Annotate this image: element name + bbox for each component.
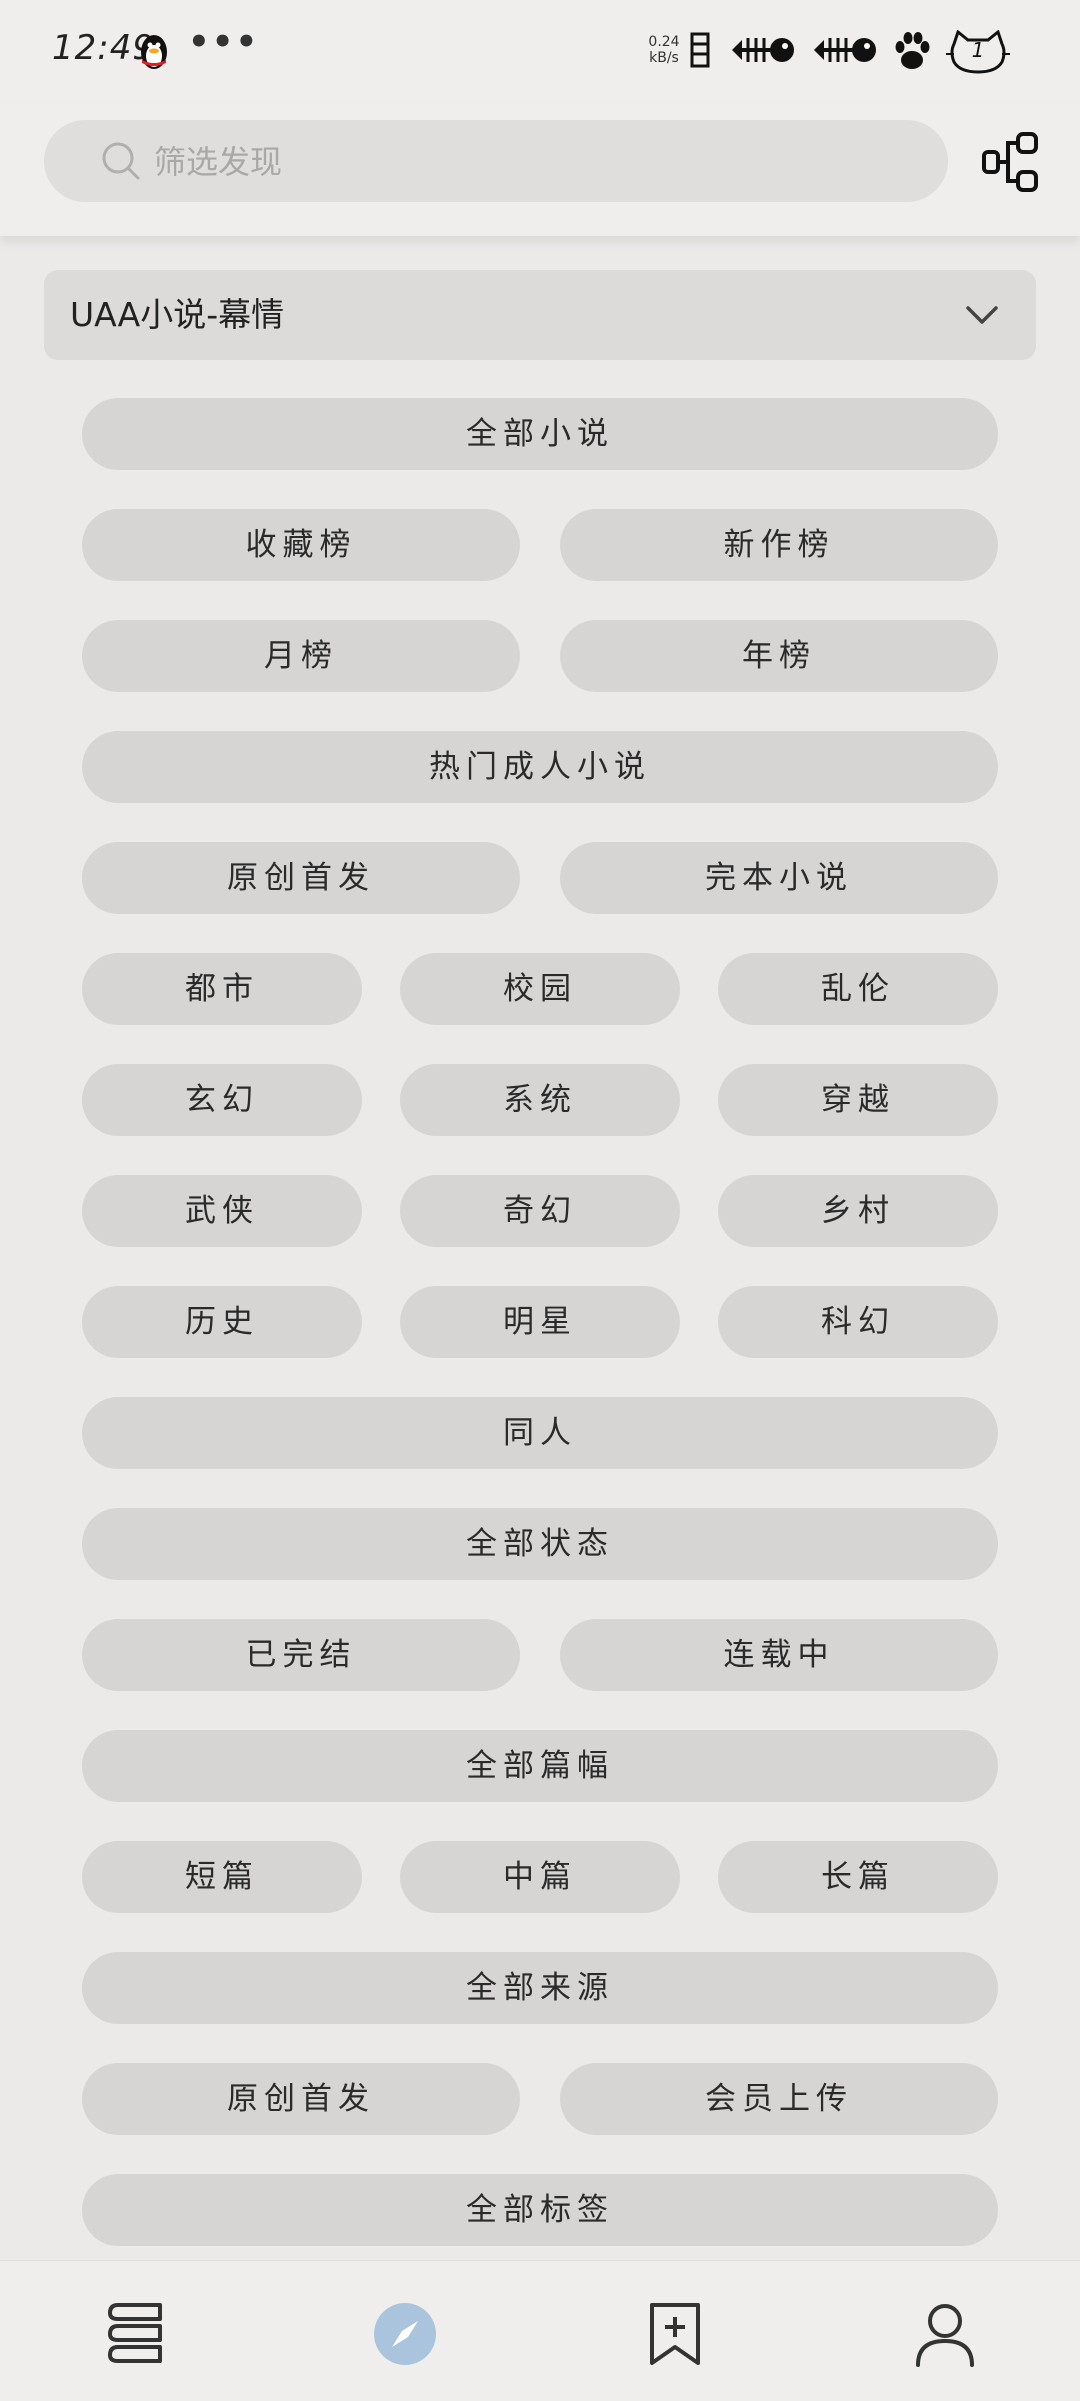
chip-all-novels[interactable]: 全部小说 <box>82 398 998 470</box>
chip-monthly-rank[interactable]: 月榜 <box>82 620 520 692</box>
chip-original-first[interactable]: 原创首发 <box>82 842 520 914</box>
chip-scifi[interactable]: 科幻 <box>718 1286 998 1358</box>
group-filter-icon[interactable] <box>980 130 1044 194</box>
chip-hot-adult[interactable]: 热门成人小说 <box>82 731 998 803</box>
chip-system[interactable]: 系统 <box>400 1064 680 1136</box>
chip-luanlun[interactable]: 乱伦 <box>718 953 998 1025</box>
chip-history[interactable]: 历史 <box>82 1286 362 1358</box>
search-bar[interactable] <box>44 120 948 204</box>
qq-penguin-icon <box>141 35 167 69</box>
chip-source-original[interactable]: 原创首发 <box>82 2063 520 2135</box>
person-icon[interactable] <box>910 2299 980 2369</box>
sim-signal-icon <box>690 32 710 68</box>
books-icon[interactable] <box>100 2299 170 2369</box>
bottom-nav <box>0 2260 1080 2401</box>
chip-long[interactable]: 长篇 <box>718 1841 998 1913</box>
chip-time-travel[interactable]: 穿越 <box>718 1064 998 1136</box>
chip-fanfic[interactable]: 同人 <box>82 1397 998 1469</box>
network-speed-value: 0.24 <box>648 34 680 50</box>
chip-short[interactable]: 短篇 <box>82 1841 362 1913</box>
chip-village[interactable]: 乡村 <box>718 1175 998 1247</box>
network-speed: 0.24 kB/s <box>646 34 682 66</box>
chip-all-length[interactable]: 全部篇幅 <box>82 1730 998 1802</box>
chip-fantasy[interactable]: 奇幻 <box>400 1175 680 1247</box>
paw-icon <box>895 32 930 69</box>
chip-favorites-rank[interactable]: 收藏榜 <box>82 509 520 581</box>
chip-yearly-rank[interactable]: 年榜 <box>560 620 998 692</box>
search-icon <box>102 142 140 180</box>
source-selector-label: UAA小说-幕情 <box>70 295 285 334</box>
chip-medium[interactable]: 中篇 <box>400 1841 680 1913</box>
chip-new-works-rank[interactable]: 新作榜 <box>560 509 998 581</box>
chip-member-upload[interactable]: 会员上传 <box>560 2063 998 2135</box>
chip-wuxia[interactable]: 武侠 <box>82 1175 362 1247</box>
network-speed-unit: kB/s <box>649 50 679 66</box>
search-input[interactable] <box>152 120 916 204</box>
chip-all-tags[interactable]: 全部标签 <box>82 2174 998 2246</box>
chip-campus[interactable]: 校园 <box>400 953 680 1025</box>
chip-urban[interactable]: 都市 <box>82 953 362 1025</box>
chip-all-source[interactable]: 全部来源 <box>82 1952 998 2024</box>
chip-completed[interactable]: 完本小说 <box>560 842 998 914</box>
status-bar: 12:49 ••• 0.24 kB/s 1 <box>0 0 1080 104</box>
chip-celebrity[interactable]: 明星 <box>400 1286 680 1358</box>
fishbone-signal-icon <box>732 38 794 62</box>
source-selector[interactable]: UAA小说-幕情 <box>44 270 1036 360</box>
battery-level: 1 <box>971 38 985 62</box>
compass-icon[interactable] <box>370 2299 440 2369</box>
battery-cat-icon: 1 <box>946 30 1010 74</box>
bookmark-add-icon[interactable] <box>640 2299 710 2369</box>
chip-ongoing[interactable]: 连载中 <box>560 1619 998 1691</box>
chevron-down-icon <box>966 306 998 324</box>
chip-all-status[interactable]: 全部状态 <box>82 1508 998 1580</box>
chip-xuanhuan[interactable]: 玄幻 <box>82 1064 362 1136</box>
search-header <box>0 104 1080 236</box>
chip-finished[interactable]: 已完结 <box>82 1619 520 1691</box>
more-notifications-icon: ••• <box>188 22 260 62</box>
fishbone-wifi-icon <box>814 38 876 62</box>
